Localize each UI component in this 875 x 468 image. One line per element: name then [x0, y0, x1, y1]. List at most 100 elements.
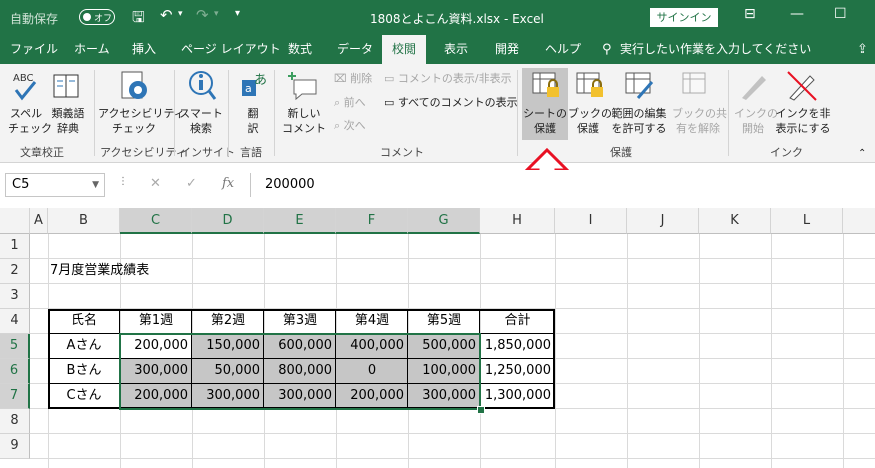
column-header-i[interactable]: I	[555, 208, 627, 234]
ribbon-display-options-icon[interactable]: ⊟	[744, 6, 756, 22]
translate-button[interactable]: 翻訳	[238, 106, 268, 136]
fill-handle[interactable]	[477, 406, 485, 414]
allow-edit-ranges-button[interactable]: 範囲の編集 を許可する	[608, 106, 670, 136]
column-header-g[interactable]: G	[408, 208, 480, 234]
tab-file[interactable]: ファイル	[10, 35, 58, 64]
hide-ink-button[interactable]: インクを非 表示にする	[774, 106, 832, 136]
tab-formulas[interactable]: 数式	[288, 35, 312, 64]
header-name[interactable]: 氏名	[48, 309, 120, 333]
start-inking-icon	[738, 70, 768, 106]
cell-name[interactable]: Aさん	[48, 334, 120, 358]
header-week3[interactable]: 第3週	[264, 309, 336, 333]
autosave-label: 自動保存	[10, 12, 59, 26]
thesaurus-button[interactable]: 類義語 辞典	[48, 106, 88, 136]
ribbon-review: ABC スペル チェック 類義語 辞典 文章校正 アクセシビリティ チェック アクセシ…	[0, 64, 875, 163]
header-week5[interactable]: 第5週	[408, 309, 480, 333]
start-inking-button[interactable]: インクの 開始	[734, 106, 778, 136]
undo-icon[interactable]: ↶	[160, 6, 173, 24]
column-header-j[interactable]: J	[627, 208, 699, 234]
selection-border	[119, 333, 481, 410]
group-proofing-label: 文章校正	[20, 146, 64, 159]
column-header-c[interactable]: C	[120, 208, 192, 234]
cancel-formula-icon[interactable]: ✕	[150, 176, 161, 191]
row-header-8[interactable]: 8	[0, 409, 30, 434]
cell-total[interactable]: 1,300,000	[480, 384, 551, 408]
column-header-l[interactable]: L	[771, 208, 843, 234]
collapse-ribbon-icon[interactable]: ⌃	[858, 146, 866, 161]
protect-workbook-button[interactable]: ブックの 保護	[568, 106, 612, 136]
protect-sheet-button[interactable]: シートの 保護	[522, 106, 568, 136]
column-header-b[interactable]: B	[48, 208, 120, 234]
select-all-corner[interactable]	[0, 208, 30, 234]
customize-qat-icon[interactable]: ▾	[235, 8, 240, 19]
row-header-3[interactable]: 3	[0, 284, 30, 309]
smart-lookup-button[interactable]: スマート 検索	[178, 106, 224, 136]
previous-comment-button[interactable]: ⌕ 前へ	[334, 95, 366, 110]
column-header-k[interactable]: K	[699, 208, 771, 234]
tab-review[interactable]: 校閲	[382, 35, 427, 64]
enter-formula-icon[interactable]: ✓	[186, 176, 197, 191]
title-bar: 自動保存 オフ 🖫 ↶ ▾ ↷ ▾ ▾ 1808とよこん資料.xlsx - Ex…	[0, 0, 875, 35]
share-icon[interactable]: ⇪	[857, 35, 868, 64]
undo-dropdown-icon[interactable]: ▾	[178, 9, 183, 19]
signin-button[interactable]: サインイン	[650, 8, 718, 27]
delete-comment-icon: ⌧	[334, 72, 351, 85]
header-week1[interactable]: 第1週	[120, 309, 192, 333]
tell-me-input[interactable]: 実行したい作業を入力してください	[620, 35, 811, 64]
window-title: 1808とよこん資料.xlsx - Excel	[370, 12, 544, 26]
column-header-f[interactable]: F	[336, 208, 408, 234]
name-box-dropdown-icon[interactable]: ▼	[92, 174, 99, 196]
insert-function-icon[interactable]: fx	[222, 176, 234, 191]
tab-insert[interactable]: 挿入	[132, 35, 156, 64]
accessibility-check-button[interactable]: アクセシビリティ チェック	[98, 106, 185, 136]
unshare-workbook-button[interactable]: ブックの共 有を解除	[672, 106, 727, 136]
next-comment-button[interactable]: ⌕ 次へ	[334, 118, 366, 133]
row-header-6[interactable]: 6	[0, 359, 30, 384]
column-header-e[interactable]: E	[264, 208, 336, 234]
tab-data[interactable]: データ	[337, 35, 373, 64]
cell-total[interactable]: 1,250,000	[480, 359, 551, 383]
group-insights-label: インサイト	[180, 146, 235, 159]
row-header-7[interactable]: 7	[0, 384, 30, 409]
new-comment-button[interactable]: 新しい コメント	[282, 106, 326, 136]
tab-view[interactable]: 表示	[444, 35, 468, 64]
row-header-4[interactable]: 4	[0, 309, 30, 334]
redo-dropdown-icon[interactable]: ▾	[214, 9, 219, 19]
svg-text:ABC: ABC	[13, 73, 34, 84]
row-header-2[interactable]: 2	[0, 259, 30, 284]
spell-check-button[interactable]: スペル チェック	[8, 106, 52, 136]
delete-comment-button[interactable]: ⌧ 削除	[334, 71, 372, 86]
show-all-comments-button[interactable]: ▭ すべてのコメントの表示	[384, 95, 518, 110]
header-week2[interactable]: 第2週	[192, 309, 264, 333]
formula-bar: C5 ▼ ⋮ ✕ ✓ fx 200000	[0, 170, 875, 200]
row-header-5[interactable]: 5	[0, 334, 30, 359]
row-header-9[interactable]: 9	[0, 434, 30, 459]
maximize-icon[interactable]: ☐	[834, 6, 847, 22]
column-header-h[interactable]: H	[480, 208, 555, 234]
autosave-toggle[interactable]: オフ	[79, 9, 115, 25]
tab-help[interactable]: ヘルプ	[545, 35, 581, 64]
tab-page-layout[interactable]: ページ レイアウト	[181, 35, 281, 64]
show-hide-comment-button[interactable]: ▭ コメントの表示/非表示	[384, 71, 512, 86]
name-box[interactable]: C5 ▼	[5, 173, 105, 197]
svg-text:あ: あ	[254, 73, 267, 88]
save-icon[interactable]: 🖫	[132, 7, 145, 32]
row-header-1[interactable]: 1	[0, 234, 30, 259]
column-header-a[interactable]: A	[30, 208, 48, 234]
minimize-icon[interactable]: —	[790, 6, 804, 22]
cell-total[interactable]: 1,850,000	[480, 334, 551, 358]
cell-name[interactable]: Cさん	[48, 384, 120, 408]
sheet-title[interactable]: 7月度営業成績表	[50, 259, 149, 283]
tab-home[interactable]: ホーム	[74, 35, 110, 64]
unshare-workbook-icon	[681, 70, 711, 106]
column-header-d[interactable]: D	[192, 208, 264, 234]
protect-workbook-icon	[575, 70, 605, 106]
formula-input[interactable]: 200000	[250, 173, 875, 197]
svg-text:a: a	[245, 82, 252, 95]
tab-developer[interactable]: 開発	[495, 35, 519, 64]
header-week4[interactable]: 第4週	[336, 309, 408, 333]
worksheet-grid[interactable]: A B C D E F G H I J K L 1 2 3 4 5 6 7 8 …	[0, 208, 875, 468]
redo-icon[interactable]: ↷	[196, 6, 209, 24]
header-total[interactable]: 合計	[480, 309, 555, 333]
cell-name[interactable]: Bさん	[48, 359, 120, 383]
